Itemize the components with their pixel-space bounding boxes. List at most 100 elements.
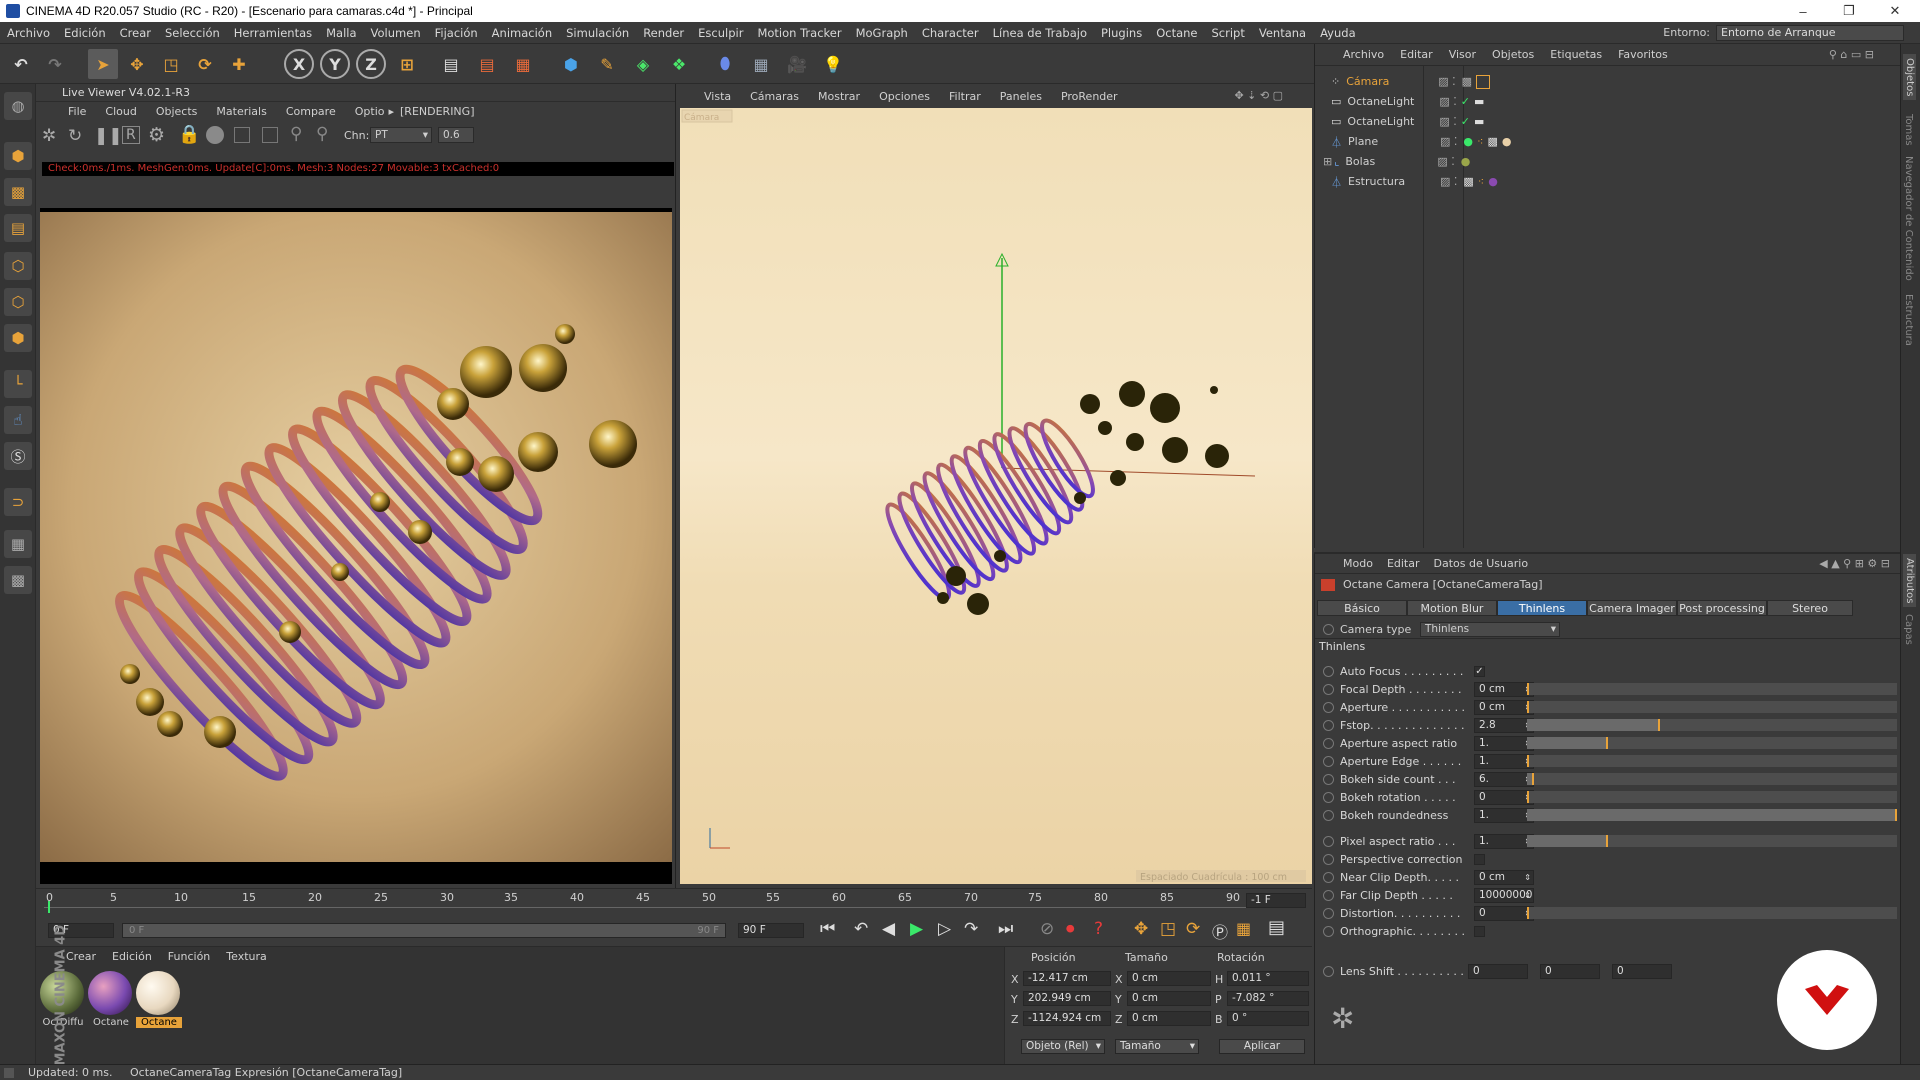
add-icon[interactable]: ✚ <box>224 49 254 79</box>
lv-menu-more-icon[interactable]: ▸ <box>388 105 394 118</box>
redo-icon[interactable]: ↷ <box>40 49 70 79</box>
lv-menu-materials[interactable]: Materials <box>216 105 266 118</box>
lens-shift-y-field[interactable]: 0 <box>1540 963 1600 979</box>
help-icon[interactable]: ✲ <box>1331 1002 1354 1035</box>
param-radio[interactable] <box>1323 853 1334 865</box>
om-menu-archivo[interactable]: Archivo <box>1343 48 1384 61</box>
param-radio[interactable] <box>1323 773 1334 785</box>
world-coords-icon[interactable]: ⊞ <box>392 49 422 79</box>
key-rotation-icon[interactable]: ⟳ <box>1186 919 1200 939</box>
object-row-octanelight-1[interactable]: ▭ OctaneLight ▨ ⁚ ✓ ▬ <box>1323 92 1883 111</box>
menu-esculpir[interactable]: Esculpir <box>691 26 750 40</box>
param-radio[interactable] <box>1323 925 1334 937</box>
orange-tag-icon[interactable]: ⁖ <box>1477 135 1483 148</box>
vp-menu-filtrar[interactable]: Filtrar <box>949 90 981 103</box>
timeline-ruler[interactable]: 0 5 10 15 20 25 30 35 40 45 50 55 60 65 … <box>44 891 1270 913</box>
param-field[interactable]: 0⇕ <box>1474 905 1534 921</box>
timeline-mode-icon[interactable]: ▤ <box>1268 917 1285 938</box>
material-tag-icon[interactable]: ● <box>1488 175 1498 188</box>
attr-nav-icons[interactable]: ◀ ▲ ⚲ ⊞ ⚙ ⊟ <box>1819 557 1890 570</box>
om-search-icons[interactable]: ⚲ ⌂ ▭ ⊟ <box>1829 48 1874 61</box>
rotation-p-field[interactable]: -7.082 ° <box>1227 991 1309 1006</box>
size-x-field[interactable]: 0 cm <box>1127 971 1211 986</box>
side-tab-estructura[interactable]: Estructura <box>1903 294 1914 346</box>
viewport-canvas[interactable]: Cámara Espaciado Cuadrícula: 100 cm <box>680 108 1312 884</box>
param-field[interactable]: 1.⇕ <box>1474 753 1534 769</box>
channel-select[interactable]: PT ▾ <box>370 127 432 143</box>
next-key-icon[interactable]: ↷ <box>964 919 978 939</box>
tweak-mode-icon[interactable]: ☝ <box>4 406 32 434</box>
param-radio[interactable] <box>1323 907 1334 919</box>
make-editable-icon[interactable]: ◍ <box>4 92 32 120</box>
param-slider[interactable] <box>1527 701 1897 713</box>
mat-menu-edicion[interactable]: Edición <box>112 950 152 963</box>
light-tag-icon[interactable]: ▬ <box>1474 95 1484 108</box>
select-icon[interactable]: ➤ <box>88 49 118 79</box>
om-menu-visor[interactable]: Visor <box>1449 48 1476 61</box>
param-field[interactable]: 0 cm⇕ <box>1474 681 1534 697</box>
lv-menu-file[interactable]: File <box>68 105 86 118</box>
record-keys-icon[interactable]: ⊘ <box>1040 919 1054 939</box>
z-axis-icon[interactable]: Z <box>356 49 386 79</box>
param-field[interactable]: 0 cm⇕ <box>1474 869 1534 885</box>
rotation-b-field[interactable]: 0 ° <box>1227 1011 1309 1026</box>
tab-post-processing[interactable]: Post processing <box>1677 600 1767 616</box>
material-tag-icon[interactable]: ● <box>1461 155 1471 168</box>
menu-seleccion[interactable]: Selección <box>158 26 227 40</box>
tag-checker-icon[interactable]: ▩ <box>1462 75 1472 88</box>
move-icon[interactable]: ✥ <box>122 49 152 79</box>
param-field[interactable]: 1.⇕ <box>1474 735 1534 751</box>
deformer-icon[interactable]: ⬮ <box>710 49 740 79</box>
param-radio[interactable] <box>1323 809 1334 821</box>
scale-icon[interactable]: ◳ <box>156 49 186 79</box>
goto-end-icon[interactable]: ⏭ <box>998 919 1013 939</box>
mat-menu-textura[interactable]: Textura <box>226 950 266 963</box>
points-mode-icon[interactable]: ⬡ <box>4 252 32 280</box>
checker-tag-icon[interactable]: ▩ <box>1487 135 1497 148</box>
checker-tag-icon[interactable]: ▩ <box>1463 175 1473 188</box>
exposure-field[interactable]: 0.6 <box>438 127 474 143</box>
side-tab-objetos[interactable]: Objetos <box>1903 54 1916 101</box>
visibility-dots[interactable]: ▨ ⁚ <box>1437 155 1454 168</box>
param-radio[interactable] <box>1323 665 1334 677</box>
menu-animacion[interactable]: Animación <box>485 26 559 40</box>
green-tag-icon[interactable]: ● <box>1463 135 1473 148</box>
param-field[interactable]: 0 cm⇕ <box>1474 699 1534 715</box>
tab-basico[interactable]: Básico <box>1317 600 1407 616</box>
tab-camera-imager[interactable]: Camera Imager <box>1587 600 1677 616</box>
render-settings-icon[interactable]: ▦ <box>508 49 538 79</box>
menu-linea-de-trabajo[interactable]: Línea de Trabajo <box>986 26 1094 40</box>
texture-mode-icon[interactable]: ▩ <box>4 178 32 206</box>
coord-mode-select[interactable]: Objeto (Rel) ▾ <box>1021 1039 1105 1054</box>
undo-icon[interactable]: ↶ <box>6 49 36 79</box>
lock-icon[interactable]: 🔒 <box>178 124 200 145</box>
attr-menu-modo[interactable]: Modo <box>1343 557 1373 570</box>
menu-octane[interactable]: Octane <box>1149 26 1204 40</box>
side-tab-tomas[interactable]: Tomas <box>1903 114 1914 146</box>
orange-tag-icon[interactable]: ⁖ <box>1478 175 1484 188</box>
om-menu-objetos[interactable]: Objetos <box>1492 48 1534 61</box>
param-radio[interactable] <box>1323 791 1334 803</box>
param-field[interactable]: 6.⇕ <box>1474 771 1534 787</box>
enabled-check-icon[interactable]: ✓ <box>1461 95 1470 108</box>
mat-menu-crear[interactable]: Crear <box>66 950 96 963</box>
param-slider[interactable] <box>1527 683 1897 695</box>
stepper-icon[interactable]: ⇕ <box>1524 889 1531 902</box>
grid-floor-icon[interactable]: ▦ <box>4 530 32 558</box>
model-mode-icon[interactable]: ⬢ <box>4 142 32 170</box>
menu-malla[interactable]: Malla <box>319 26 363 40</box>
om-menu-etiquetas[interactable]: Etiquetas <box>1550 48 1602 61</box>
param-radio[interactable] <box>1323 737 1334 749</box>
param-field[interactable]: 1.⇕ <box>1474 807 1534 823</box>
mat-menu-funcion[interactable]: Función <box>168 950 210 963</box>
lens-shift-z-field[interactable]: 0 <box>1612 963 1672 979</box>
menu-edicion[interactable]: Edición <box>57 26 113 40</box>
param-radio[interactable] <box>1323 701 1334 713</box>
visibility-dots[interactable]: ▨ ⁚ <box>1439 115 1456 128</box>
vp-menu-mostrar[interactable]: Mostrar <box>818 90 860 103</box>
keyframe-selection-icon[interactable]: ? <box>1094 919 1103 939</box>
size-y-field[interactable]: 0 cm <box>1127 991 1211 1006</box>
frame-icon[interactable] <box>234 127 250 143</box>
render-picture-icon[interactable]: ▤ <box>472 49 502 79</box>
menu-simulacion[interactable]: Simulación <box>559 26 636 40</box>
